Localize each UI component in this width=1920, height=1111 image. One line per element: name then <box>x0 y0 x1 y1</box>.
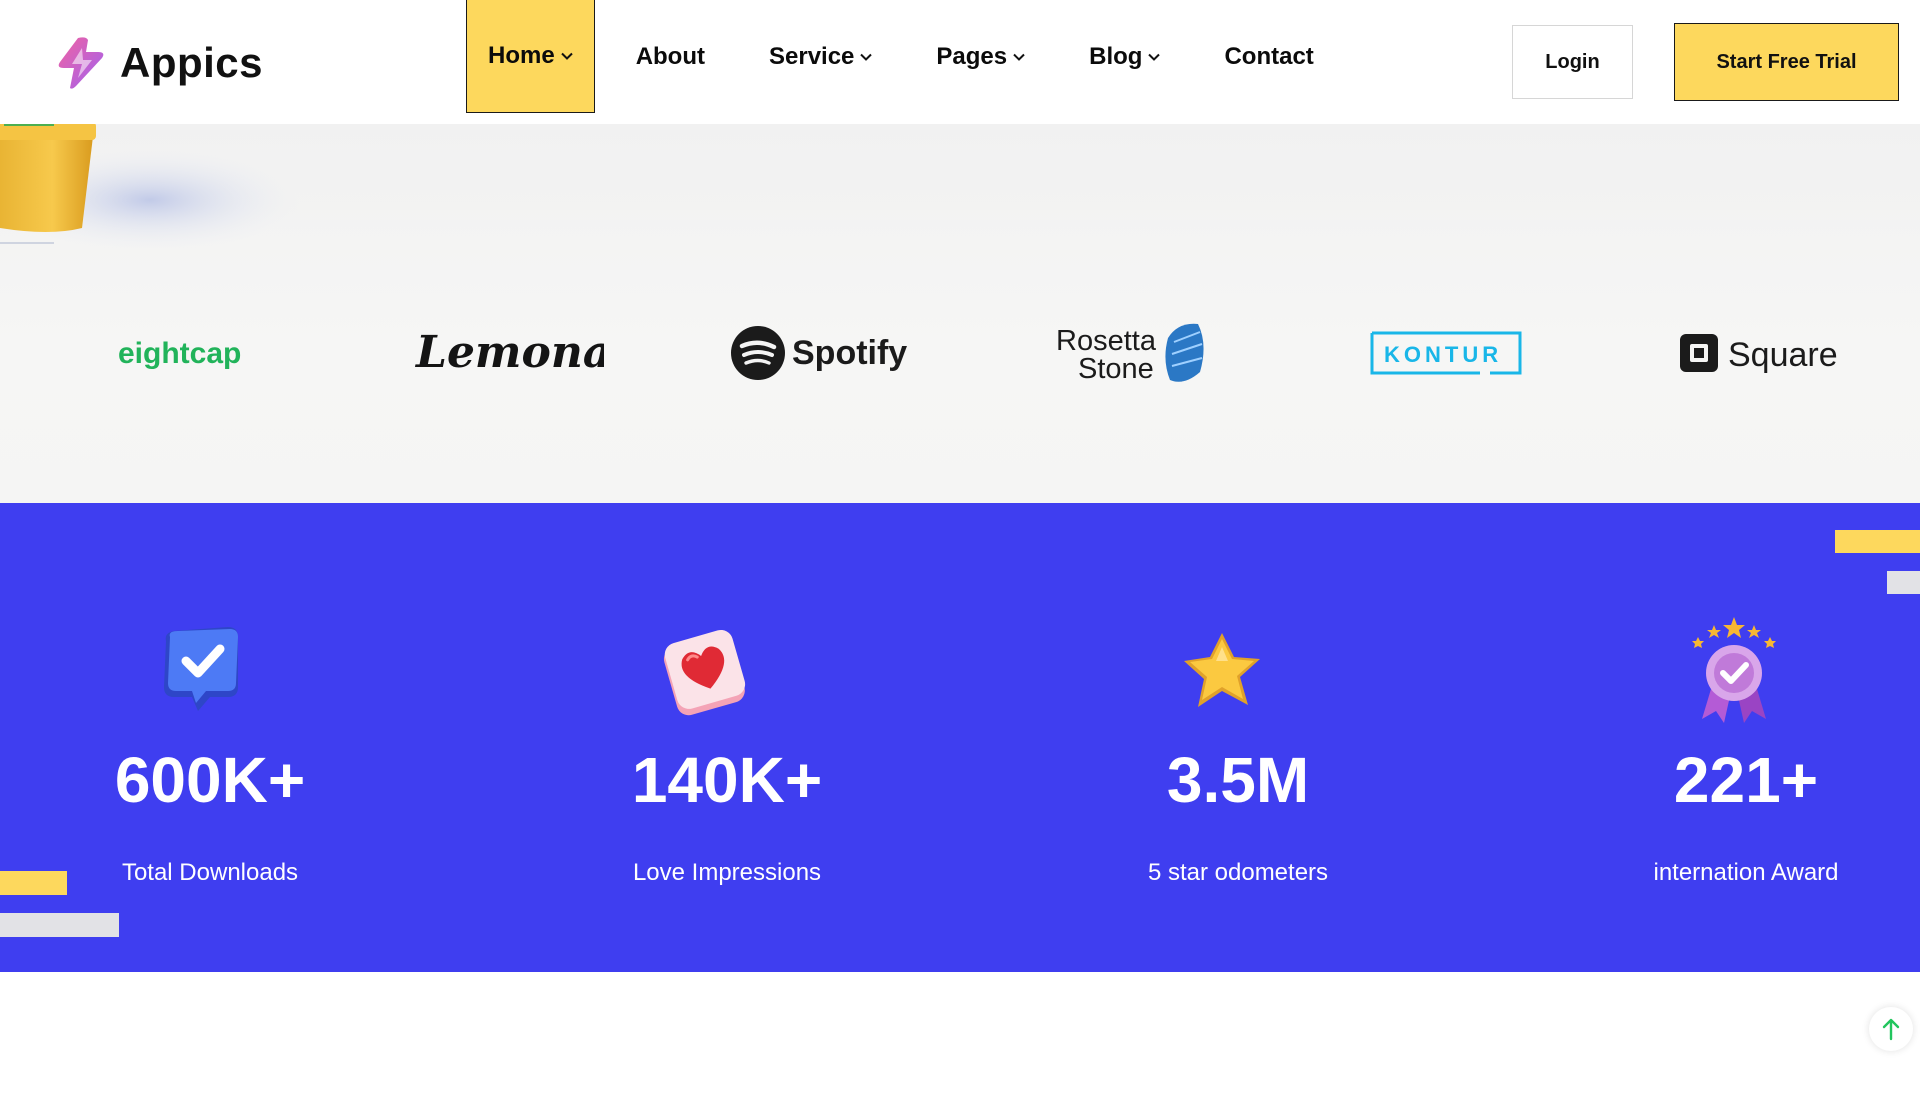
stats-section: 600K+ Total Downloads 140K+ Love Impress… <box>0 503 1920 972</box>
spotify-wordmark: Spotify <box>792 334 907 372</box>
nav-pages[interactable]: Pages <box>915 0 1046 113</box>
nav-service[interactable]: Service <box>748 0 893 113</box>
plant-pot-illustration <box>0 124 300 250</box>
appics-logo-icon <box>58 37 104 89</box>
partner-logos-section: eightcap Lemonade Spotify Rosetta Stone … <box>0 124 1920 503</box>
nav-home-label: Home <box>488 42 555 69</box>
main-nav: Home About Service Pages Blog Contact <box>466 0 1335 113</box>
rosetta-stone-logo-icon: Rosetta Stone <box>1056 323 1204 385</box>
nav-about-label: About <box>635 42 705 70</box>
square-logo-icon: Square <box>1680 334 1838 374</box>
eightcap-logo[interactable]: eightcap <box>118 320 274 386</box>
stat-label: Love Impressions <box>632 859 822 886</box>
site-header: Appics Home About Service Pages Blog Con… <box>0 0 1920 124</box>
lemonade-logo-icon: Lemonade <box>414 327 604 378</box>
stat-value: 140K+ <box>631 744 823 816</box>
nav-home[interactable]: Home <box>466 0 595 113</box>
eightcap-logo-icon: eightcap <box>118 337 241 370</box>
kontur-logo[interactable]: KONTUR <box>1370 320 1522 386</box>
star-icon <box>1184 633 1260 707</box>
login-button[interactable]: Login <box>1512 25 1633 99</box>
spotify-logo-icon: Spotify <box>731 326 907 380</box>
nav-service-label: Service <box>769 42 855 70</box>
lemonade-wordmark: Lemonade <box>414 327 604 378</box>
stat-label: internation Award <box>1653 859 1839 886</box>
stat-value: 600K+ <box>114 744 306 816</box>
square-wordmark: Square <box>1728 336 1838 374</box>
start-free-trial-button[interactable]: Start Free Trial <box>1674 23 1899 101</box>
lemonade-logo[interactable]: Lemonade <box>414 320 604 386</box>
stat-label: Total Downloads <box>121 859 299 886</box>
brand-name: Appics <box>120 39 264 86</box>
award-medal-icon <box>1692 617 1776 723</box>
square-logo[interactable]: Square <box>1678 320 1844 386</box>
decor-bar-yellow <box>1835 530 1920 553</box>
decor-bar-grey <box>1887 571 1920 594</box>
back-to-top-button[interactable] <box>1869 1007 1913 1051</box>
stat-value: 221+ <box>1673 744 1819 816</box>
chevron-down-icon <box>1013 53 1025 61</box>
nav-contact-label: Contact <box>1224 42 1314 70</box>
arrow-up-icon <box>1882 1018 1900 1041</box>
chevron-down-icon <box>1148 53 1161 61</box>
brand[interactable]: Appics <box>56 36 263 90</box>
nav-blog[interactable]: Blog <box>1068 0 1181 113</box>
chevron-down-icon <box>860 53 873 61</box>
heart-card-icon <box>663 629 746 716</box>
rosetta-stone-logo[interactable]: Rosetta Stone <box>1054 320 1214 386</box>
decor-bar-grey <box>0 913 119 937</box>
nav-blog-label: Blog <box>1089 42 1143 70</box>
nav-contact[interactable]: Contact <box>1203 0 1334 113</box>
check-badge-icon <box>164 627 238 711</box>
stat-label: 5 star odometers <box>1147 859 1329 886</box>
eightcap-wordmark: eightcap <box>118 337 241 370</box>
kontur-wordmark: KONTUR <box>1384 342 1502 367</box>
nav-pages-label: Pages <box>936 42 1008 70</box>
chevron-down-icon <box>560 52 573 60</box>
rosetta-wordmark-line2: Stone <box>1078 353 1154 385</box>
stat-value: 3.5M <box>1166 744 1310 816</box>
nav-about[interactable]: About <box>615 0 726 113</box>
spotify-logo[interactable]: Spotify <box>730 320 914 386</box>
kontur-logo-icon: KONTUR <box>1370 331 1522 375</box>
